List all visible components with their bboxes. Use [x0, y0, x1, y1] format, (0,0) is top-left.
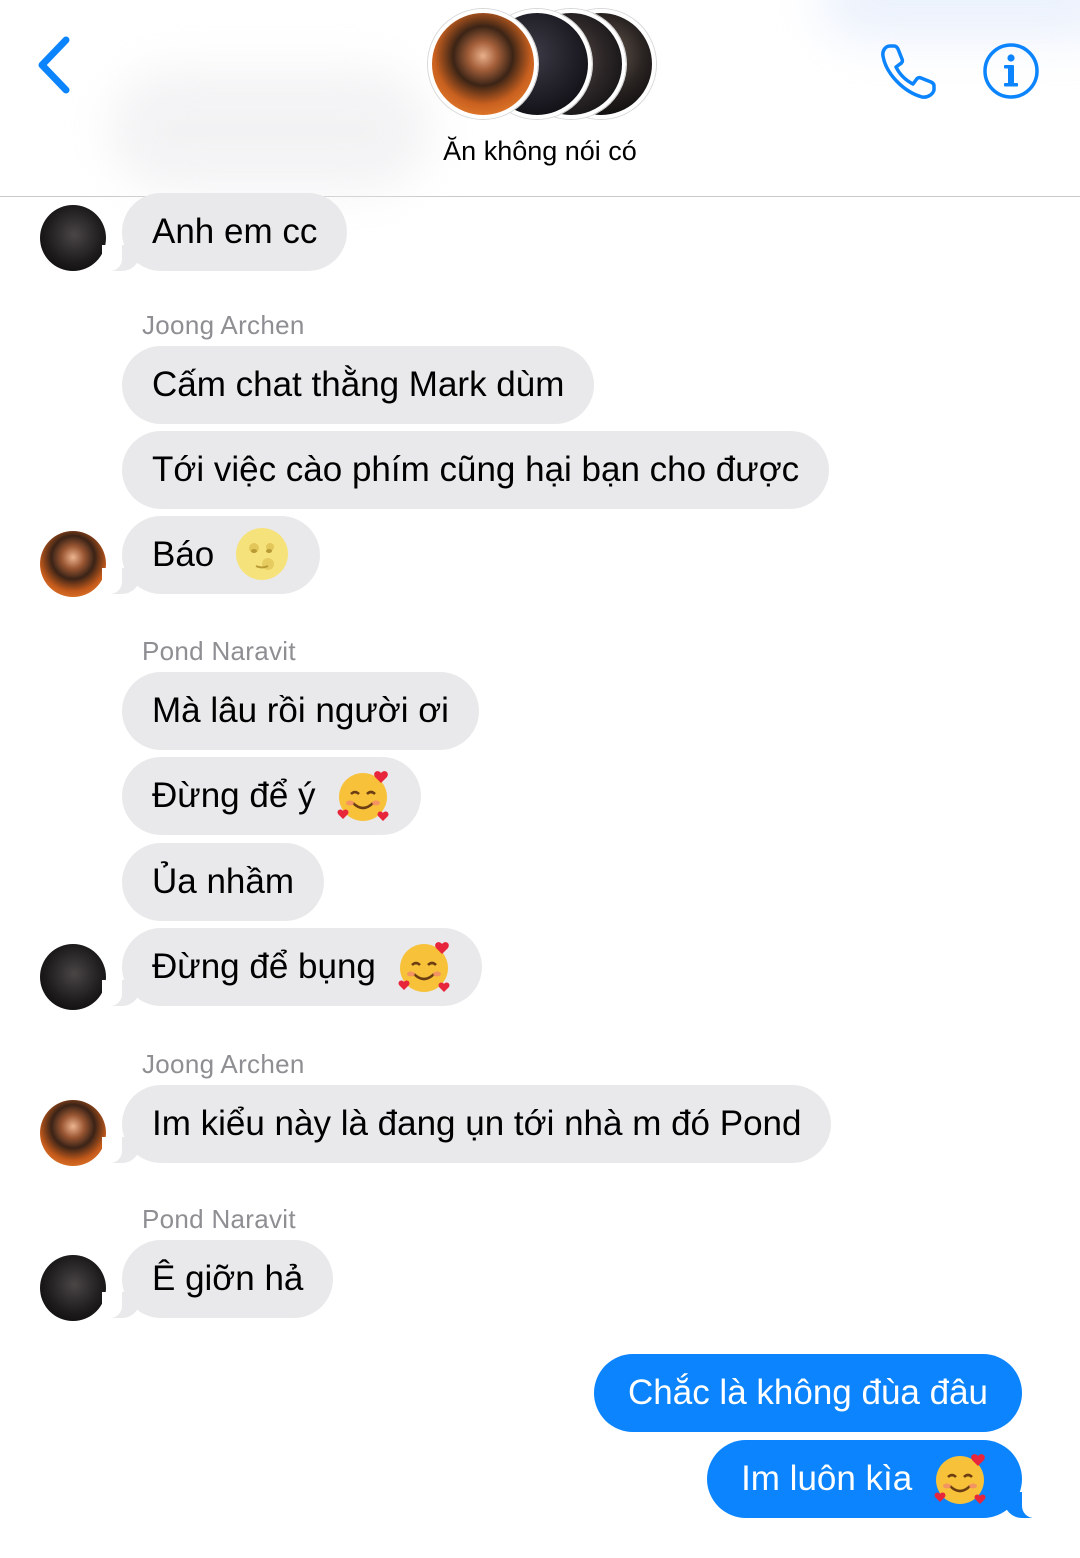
message-text: Đừng để ý	[152, 776, 316, 815]
message-bubble[interactable]: Anh em cc	[101, 193, 348, 271]
message-text: Chắc là không đùa đâu	[628, 1373, 988, 1412]
outgoing-message-bubble[interactable]: Chắc là không đùa đâu	[594, 1354, 1022, 1432]
message-text: Đừng để bụng	[152, 947, 376, 986]
smiling-face-with-hearts-icon	[337, 770, 389, 821]
message-bubble[interactable]: Cấm chat thằng Mark dùm	[122, 346, 595, 424]
conversation-header: Ăn không nói có	[0, 0, 1080, 197]
message-text: Báo	[152, 535, 215, 574]
outgoing-message-bubble[interactable]: Im luôn kìa	[707, 1440, 1042, 1518]
avatar[interactable]	[40, 205, 106, 271]
message-text: Mà lâu rồi người ơi	[152, 691, 449, 730]
avatar[interactable]	[40, 944, 106, 1010]
message-text: Cấm chat thằng Mark dùm	[152, 365, 565, 404]
info-icon	[983, 43, 1039, 99]
sender-name: Joong Archen	[142, 1049, 305, 1079]
message-text: Tới việc cào phím cũng hại bạn cho được	[152, 450, 800, 489]
sender-name: Joong Archen	[142, 310, 305, 340]
chevron-left-icon	[38, 36, 70, 94]
message-text: Im luôn kìa	[741, 1459, 913, 1498]
smiling-face-with-hearts-icon	[934, 1453, 986, 1504]
group-name[interactable]: Ăn không nói có	[0, 136, 1080, 167]
message-bubble[interactable]: Mà lâu rồi người ơi	[122, 672, 479, 750]
message-text: Ê giỡn hả	[152, 1259, 304, 1298]
header-blur	[110, 70, 430, 190]
avatar[interactable]	[40, 1100, 106, 1166]
message-bubble[interactable]: Báo	[101, 516, 321, 594]
info-button[interactable]	[982, 42, 1040, 100]
message-bubble[interactable]: Tới việc cào phím cũng hại bạn cho được	[122, 431, 830, 509]
call-button[interactable]	[876, 40, 942, 104]
avatar[interactable]	[40, 531, 106, 597]
message-bubble[interactable]: Ê giỡn hả	[101, 1240, 334, 1318]
group-avatar-stack[interactable]	[424, 9, 664, 121]
sender-name: Pond Naravit	[142, 1204, 296, 1234]
message-bubble[interactable]: Ủa nhầm	[122, 843, 325, 921]
message-text: Anh em cc	[152, 212, 318, 251]
phone-icon	[881, 44, 936, 99]
avatar	[428, 9, 538, 119]
message-text: Ủa nhầm	[152, 862, 295, 901]
moon-face-emoji-icon	[236, 527, 289, 580]
message-bubble[interactable]: Đừng để ý	[122, 757, 422, 835]
header-blur-right	[820, 0, 1080, 40]
smiling-face-with-hearts-icon	[398, 941, 450, 992]
message-text: Im kiểu này là đang ụn tới nhà m đó Pond	[152, 1104, 802, 1143]
message-bubble[interactable]: Đừng để bụng	[102, 928, 482, 1006]
back-button[interactable]	[28, 30, 88, 100]
sender-name: Pond Naravit	[142, 636, 296, 666]
avatar[interactable]	[40, 1255, 106, 1321]
message-bubble[interactable]: Im kiểu này là đang ụn tới nhà m đó Pond	[101, 1085, 832, 1163]
